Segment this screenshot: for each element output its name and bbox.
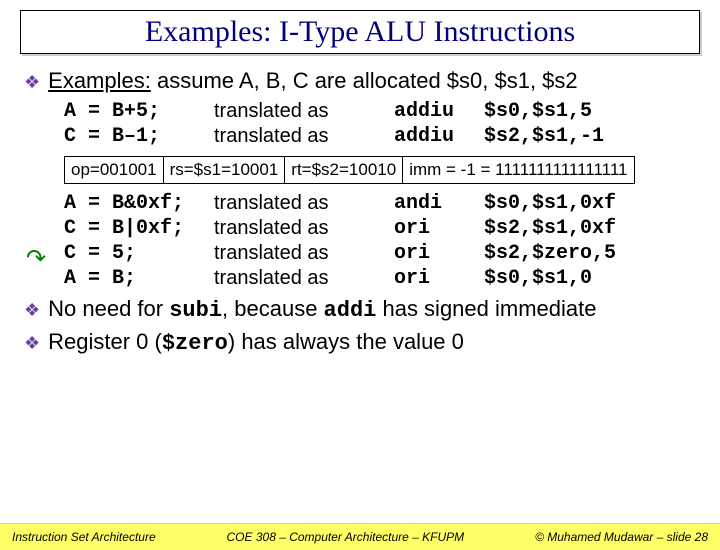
arrow-icon: ↷ bbox=[26, 244, 46, 273]
diamond-icon: ❖ bbox=[24, 333, 40, 354]
op: ori bbox=[394, 242, 484, 265]
encoding-table: op=001001 rs=$s1=10001 rt=$s2=10010 imm … bbox=[64, 156, 635, 184]
op: ori bbox=[394, 217, 484, 240]
code-row: C = 5; translated as ori $s2,$zero,5 bbox=[64, 242, 696, 265]
enc-rs: rs=$s1=10001 bbox=[163, 157, 285, 184]
op: addiu bbox=[394, 125, 484, 148]
args: $s0,$s1,5 bbox=[484, 100, 592, 123]
diamond-icon: ❖ bbox=[24, 300, 40, 321]
code-row: C = B|0xf; translated as ori $s2,$s1,0xf bbox=[64, 217, 696, 240]
text: ) has always the value 0 bbox=[228, 329, 464, 354]
translated-as: translated as bbox=[214, 267, 394, 290]
examples-label: Examples: bbox=[48, 68, 151, 93]
examples-text: assume A, B, C are allocated $s0, $s1, $… bbox=[151, 68, 578, 93]
src: A = B+5; bbox=[64, 100, 214, 123]
op: ori bbox=[394, 267, 484, 290]
code-row: A = B&0xf; translated as andi $s0,$s1,0x… bbox=[64, 192, 696, 215]
footer-bar: Instruction Set Architecture COE 308 – C… bbox=[0, 523, 720, 550]
code-block-1: A = B+5; translated as addiu $s0,$s1,5 C… bbox=[64, 100, 696, 148]
code-row: C = B–1; translated as addiu $s2,$s1,-1 bbox=[64, 125, 696, 148]
code-row: A = B; translated as ori $s0,$s1,0 bbox=[64, 267, 696, 290]
src: A = B; bbox=[64, 267, 214, 290]
op: andi bbox=[394, 192, 484, 215]
footer-center: COE 308 – Computer Architecture – KFUPM bbox=[227, 530, 465, 544]
translated-as: translated as bbox=[214, 125, 394, 148]
diamond-icon: ❖ bbox=[24, 72, 40, 93]
args: $s2,$s1,-1 bbox=[484, 125, 604, 148]
text: , because bbox=[222, 296, 324, 321]
code: subi bbox=[169, 298, 222, 323]
content-area: ❖ Examples: assume A, B, C are allocated… bbox=[0, 54, 720, 356]
text: Register 0 ( bbox=[48, 329, 162, 354]
translated-as: translated as bbox=[214, 242, 394, 265]
args: $s2,$s1,0xf bbox=[484, 217, 616, 240]
src: C = B–1; bbox=[64, 125, 214, 148]
bullet-zero: ❖ Register 0 ($zero) has always the valu… bbox=[24, 329, 696, 356]
src: A = B&0xf; bbox=[64, 192, 214, 215]
text: has signed immediate bbox=[376, 296, 596, 321]
translated-as: translated as bbox=[214, 100, 394, 123]
src: C = 5; bbox=[64, 242, 214, 265]
bullet-subi: ❖ No need for subi, because addi has sig… bbox=[24, 296, 696, 323]
args: $s0,$s1,0 bbox=[484, 267, 592, 290]
translated-as: translated as bbox=[214, 192, 394, 215]
translated-as: translated as bbox=[214, 217, 394, 240]
enc-op: op=001001 bbox=[65, 157, 164, 184]
code: $zero bbox=[162, 331, 228, 356]
src: C = B|0xf; bbox=[64, 217, 214, 240]
args: $s2,$zero,5 bbox=[484, 242, 616, 265]
args: $s0,$s1,0xf bbox=[484, 192, 616, 215]
text: No need for bbox=[48, 296, 169, 321]
op: addiu bbox=[394, 100, 484, 123]
bullet-examples: ❖ Examples: assume A, B, C are allocated… bbox=[24, 68, 696, 94]
footer-right: © Muhamed Mudawar – slide 28 bbox=[535, 530, 708, 544]
enc-imm: imm = -1 = 1111111111111111 bbox=[403, 157, 634, 184]
title-box: Examples: I-Type ALU Instructions bbox=[20, 10, 700, 54]
footer-left: Instruction Set Architecture bbox=[12, 530, 156, 544]
code-block-2: A = B&0xf; translated as andi $s0,$s1,0x… bbox=[64, 192, 696, 290]
enc-rt: rt=$s2=10010 bbox=[285, 157, 403, 184]
slide-title: Examples: I-Type ALU Instructions bbox=[31, 15, 689, 49]
code: addi bbox=[324, 298, 377, 323]
code-row: A = B+5; translated as addiu $s0,$s1,5 bbox=[64, 100, 696, 123]
